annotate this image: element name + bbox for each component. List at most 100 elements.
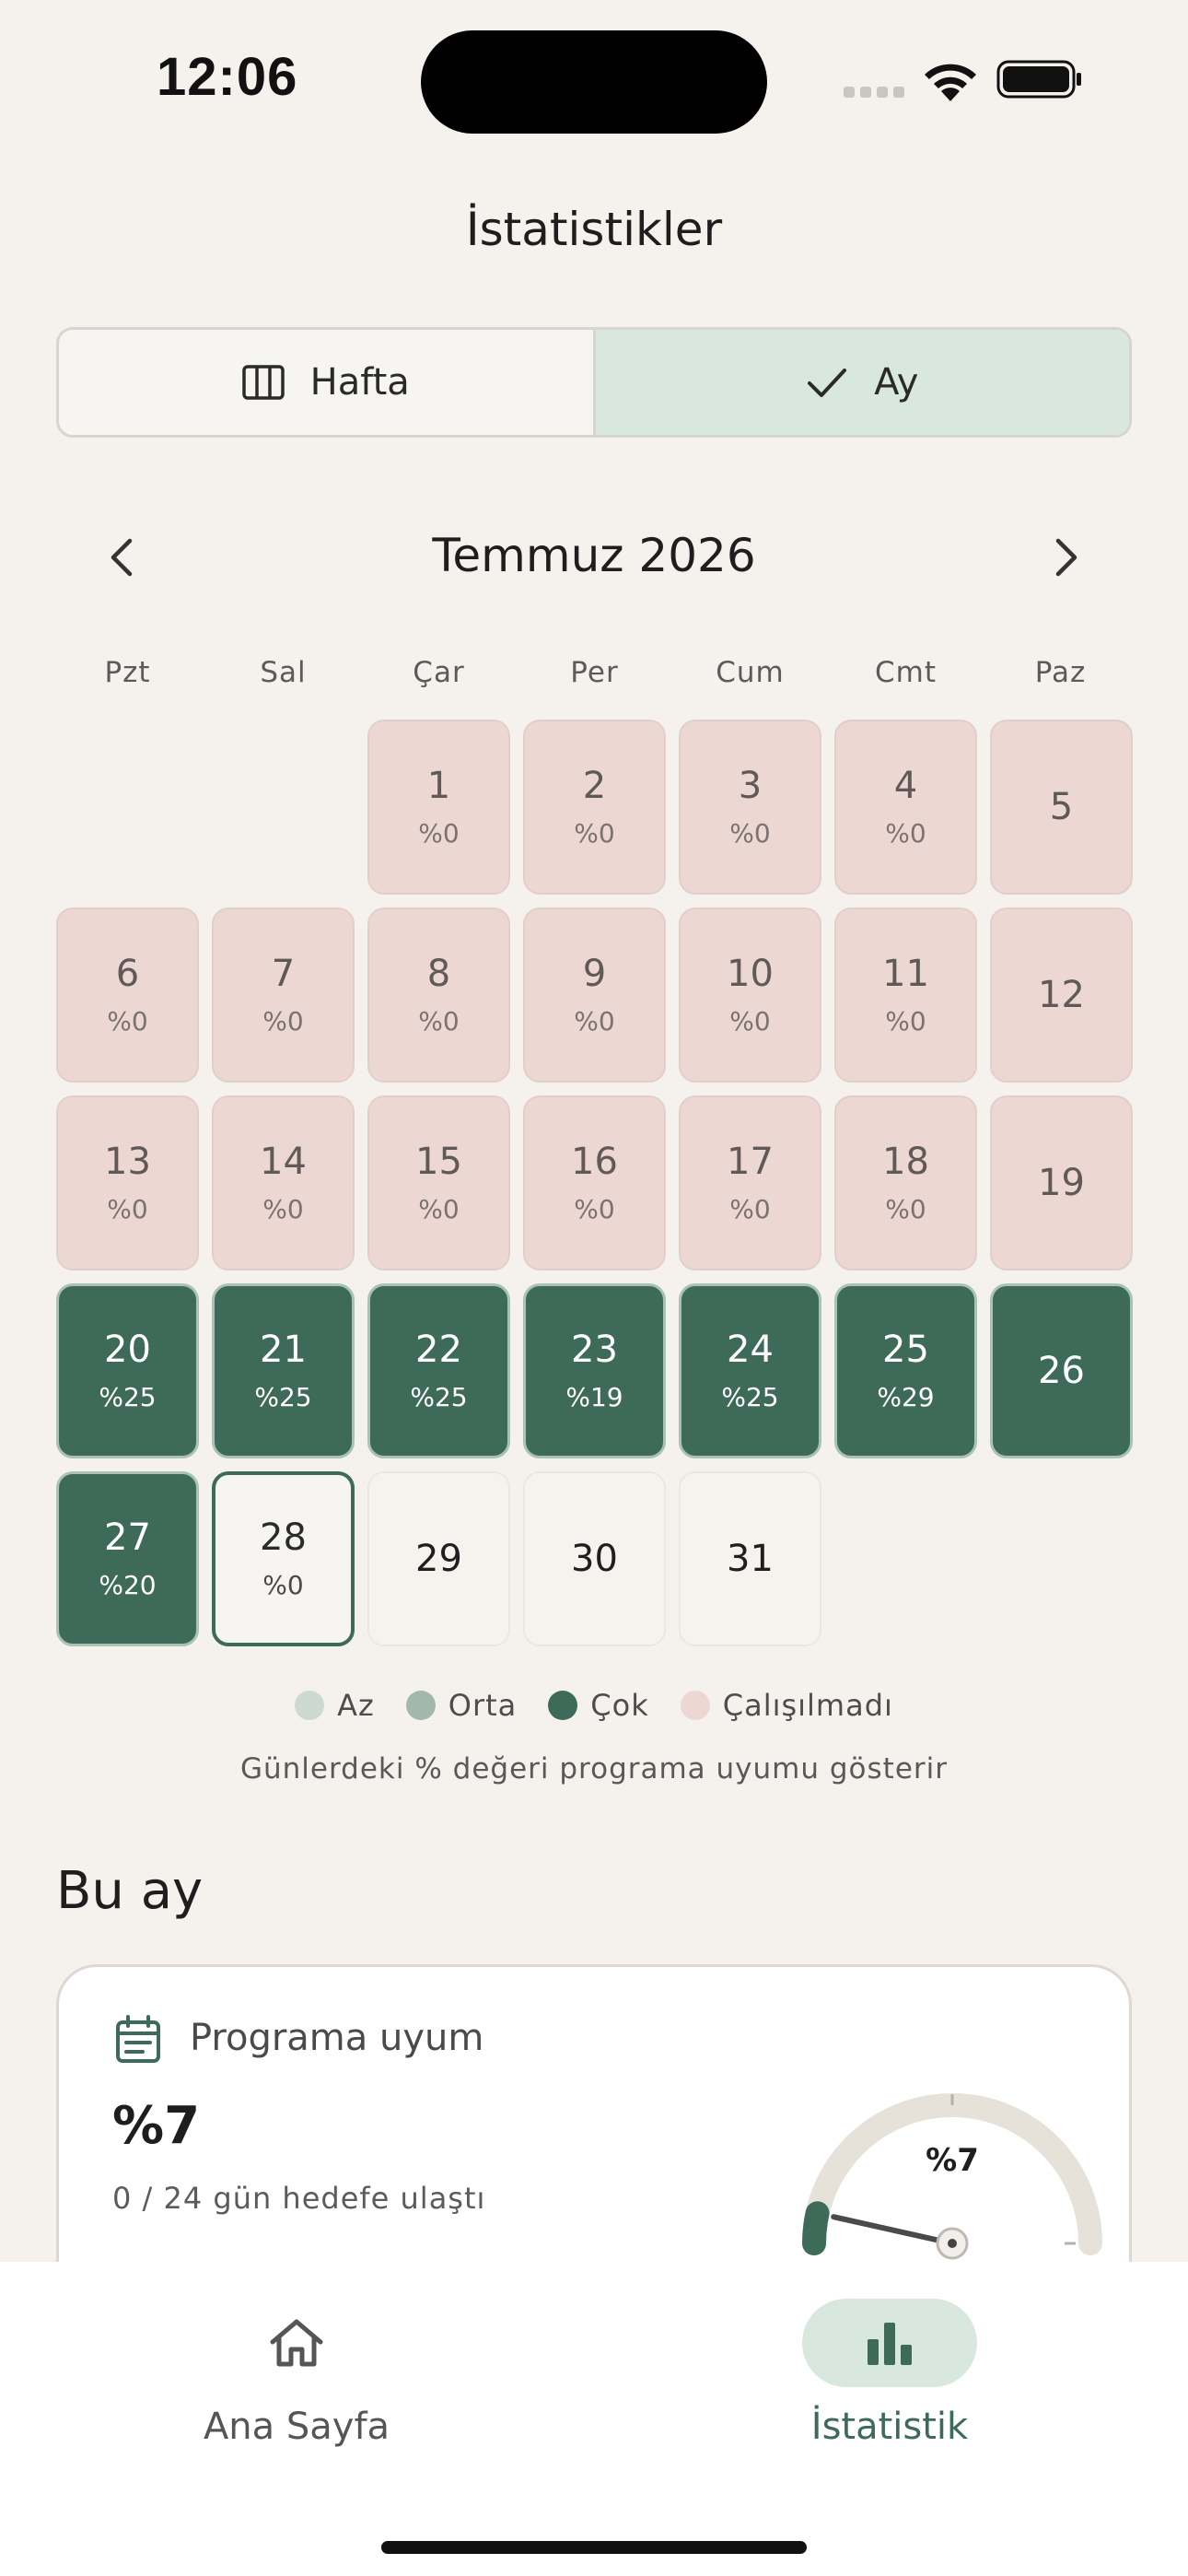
calendar-day[interactable]: 28 %0 <box>212 1471 355 1646</box>
calendar-grid: 1 %0 2 %0 3 %0 4 %0 5 6 %0 7 %0 8 %0 9 %0 10 %0 11 %0 12 13 %0 1… <box>56 720 1133 1646</box>
day-number: 2 <box>582 765 607 807</box>
weekday-label: Paz <box>1034 656 1087 689</box>
day-percent: %0 <box>418 1194 460 1224</box>
day-number: 31 <box>727 1538 774 1580</box>
tab-statistics[interactable]: İstatistik <box>705 2299 1074 2483</box>
day-percent: %0 <box>107 1006 148 1036</box>
calendar-day[interactable]: 25 %29 <box>834 1283 977 1458</box>
calendar-day[interactable]: 23 %19 <box>523 1283 666 1458</box>
day-number: 23 <box>571 1329 618 1371</box>
day-percent: %0 <box>574 1006 615 1036</box>
tab-statistics-label: İstatistik <box>810 2406 969 2448</box>
battery-icon <box>996 60 1081 99</box>
day-number: 28 <box>260 1516 307 1559</box>
month-segment[interactable]: Ay <box>592 330 1129 435</box>
month-segment-label: Ay <box>874 361 919 404</box>
calendar-day[interactable]: 24 %25 <box>679 1283 821 1458</box>
weekday-label: Çar <box>413 656 465 689</box>
day-percent: %0 <box>729 1194 771 1224</box>
legend-dot <box>295 1691 325 1720</box>
calendar-day[interactable]: 11 %0 <box>834 907 977 1083</box>
tab-home-icon-wrap <box>209 2299 384 2387</box>
calendar-legend: Az Orta Çok Çalışılmadı <box>0 1688 1188 1723</box>
weekday-label: Per <box>570 656 619 689</box>
weekday-label: Cum <box>716 656 785 689</box>
adherence-card[interactable]: Programa uyum %7 0 / 24 gün hedefe ulaşt… <box>56 1964 1132 2296</box>
calendar-day[interactable]: 17 %0 <box>679 1095 821 1270</box>
day-percent: %25 <box>254 1382 312 1412</box>
calendar-day[interactable]: 5 <box>990 720 1133 895</box>
home-indicator <box>381 2541 807 2554</box>
period-segmented-control: Hafta Ay <box>56 327 1132 438</box>
day-percent: %19 <box>565 1382 623 1412</box>
calendar-day[interactable]: 12 <box>990 907 1133 1083</box>
card-value: %7 <box>112 2096 201 2156</box>
week-segment[interactable]: Hafta <box>59 330 593 435</box>
day-number: 14 <box>260 1141 307 1183</box>
chevron-right-icon <box>1055 538 1077 577</box>
day-percent: %20 <box>99 1570 157 1600</box>
day-percent: %0 <box>885 818 926 849</box>
legend-label: Çalışılmadı <box>722 1688 893 1723</box>
bar-chart-icon <box>868 2323 912 2365</box>
calendar-icon <box>116 2015 160 2063</box>
calendar-day[interactable]: 3 %0 <box>679 720 821 895</box>
calendar-day[interactable]: 20 %25 <box>56 1283 199 1458</box>
day-number: 17 <box>727 1141 774 1183</box>
calendar-day[interactable]: 22 %25 <box>367 1283 510 1458</box>
tab-statistics-icon-wrap <box>802 2299 977 2387</box>
day-percent: %0 <box>885 1194 926 1224</box>
calendar-day[interactable]: 26 <box>990 1283 1133 1458</box>
calendar-day[interactable]: 29 <box>367 1471 510 1646</box>
calendar-day[interactable]: 7 %0 <box>212 907 355 1083</box>
day-number: 9 <box>582 953 607 995</box>
calendar-day[interactable]: 30 <box>523 1471 666 1646</box>
day-number: 22 <box>415 1329 462 1371</box>
card-label: Programa uyum <box>190 2017 484 2059</box>
columns-icon <box>241 365 285 400</box>
day-percent: %25 <box>410 1382 468 1412</box>
calendar-day[interactable]: 10 %0 <box>679 907 821 1083</box>
calendar-day[interactable]: 13 %0 <box>56 1095 199 1270</box>
calendar-day[interactable]: 31 <box>679 1471 821 1646</box>
next-month-button[interactable] <box>1042 533 1091 582</box>
legend-item: Çalışılmadı <box>680 1688 893 1723</box>
month-title: Temmuz 2026 <box>432 529 756 582</box>
day-number: 16 <box>571 1141 618 1183</box>
calendar-day[interactable]: 6 %0 <box>56 907 199 1083</box>
day-number: 29 <box>415 1538 462 1580</box>
day-number: 19 <box>1038 1162 1085 1204</box>
calendar-day[interactable]: 14 %0 <box>212 1095 355 1270</box>
dynamic-island <box>421 30 767 134</box>
calendar-day[interactable]: 18 %0 <box>834 1095 977 1270</box>
day-number: 1 <box>426 765 451 807</box>
day-number: 5 <box>1049 786 1074 828</box>
day-percent: %0 <box>107 1194 148 1224</box>
legend-dot <box>405 1691 436 1720</box>
calendar-day[interactable]: 19 <box>990 1095 1133 1270</box>
day-percent: %25 <box>99 1382 157 1412</box>
day-number: 4 <box>893 765 918 807</box>
calendar-day[interactable]: 1 %0 <box>367 720 510 895</box>
day-percent: %0 <box>418 1006 460 1036</box>
day-percent: %0 <box>885 1006 926 1036</box>
tab-home[interactable]: Ana Sayfa <box>112 2299 481 2483</box>
calendar-day[interactable]: 21 %25 <box>212 1283 355 1458</box>
calendar-day[interactable]: 9 %0 <box>523 907 666 1083</box>
day-percent: %0 <box>729 1006 771 1036</box>
calendar-day[interactable]: 4 %0 <box>834 720 977 895</box>
calendar-day[interactable]: 16 %0 <box>523 1095 666 1270</box>
weekday-label: Pzt <box>104 656 151 689</box>
checkmark-icon <box>808 369 847 397</box>
calendar-day[interactable]: 15 %0 <box>367 1095 510 1270</box>
day-number: 13 <box>104 1141 151 1183</box>
calendar-day[interactable]: 2 %0 <box>523 720 666 895</box>
tab-bar: Ana Sayfa İstatistik <box>0 2262 1188 2576</box>
day-number: 30 <box>571 1538 618 1580</box>
day-number: 21 <box>260 1329 307 1371</box>
day-number: 27 <box>104 1516 151 1559</box>
legend-label: Çok <box>590 1688 649 1723</box>
calendar-day[interactable]: 8 %0 <box>367 907 510 1083</box>
week-segment-label: Hafta <box>309 361 410 404</box>
calendar-day[interactable]: 27 %20 <box>56 1471 199 1646</box>
